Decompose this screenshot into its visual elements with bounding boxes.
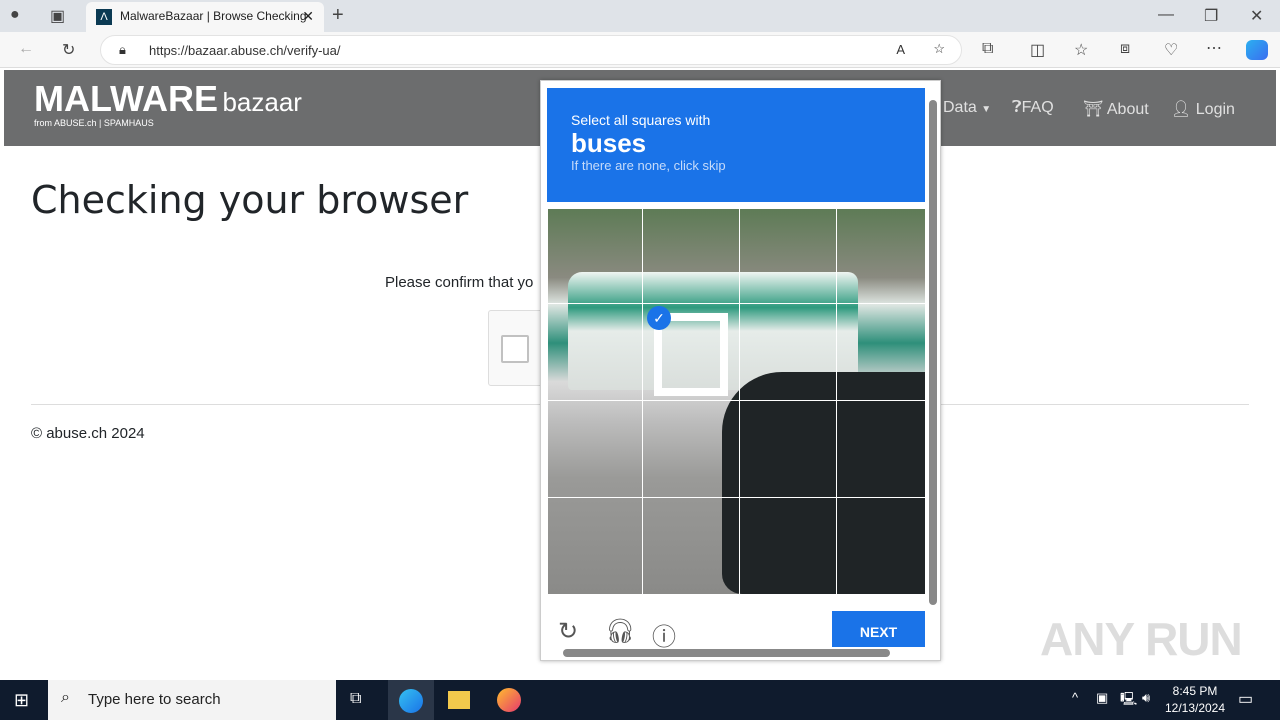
captcha-tile[interactable] [836, 303, 926, 401]
watermark: ANY RUN [1040, 613, 1243, 665]
captcha-tile[interactable] [547, 400, 643, 498]
page-title: Checking your browser [31, 178, 469, 222]
hint-text: If there are none, click skip [571, 158, 726, 173]
footer-copyright: © abuse.ch 2024 [31, 425, 145, 442]
task-view-icon[interactable]: ⧉ [350, 690, 361, 708]
question-circle-icon: ❓︎ [1012, 99, 1022, 116]
captcha-tile[interactable] [836, 497, 926, 595]
captcha-tile[interactable] [547, 497, 643, 595]
address-toolbar: ← ↻ 🔒︎ https://bazaar.abuse.ch/verify-ua… [0, 32, 1280, 68]
search-icon: ⌕ [61, 689, 70, 706]
lock-icon: 🔒︎ [119, 42, 126, 57]
favorites-icon[interactable]: ☆ [1074, 40, 1088, 60]
captcha-tile[interactable] [642, 208, 740, 304]
read-aloud-icon[interactable]: A [896, 42, 905, 57]
windows-start-icon[interactable]: ⊞ [14, 690, 29, 711]
more-icon[interactable]: ⋯ [1206, 38, 1222, 58]
caret-down-icon: ▼ [981, 104, 992, 115]
collections-icon[interactable]: ⧈ [1120, 40, 1130, 58]
tab-bar: ● ▣ Λ MalwareBazaar | Browse Checking ✕ … [0, 0, 1280, 32]
captcha-tile[interactable] [642, 400, 740, 498]
user-icon: 👤︎ [1171, 101, 1192, 118]
info-icon[interactable]: ⓘ [652, 617, 676, 652]
nav-login[interactable]: 👤︎ Login [1171, 99, 1235, 119]
checkmark-icon: ✓ [647, 306, 671, 330]
split-screen-icon[interactable]: ◫ [1030, 40, 1045, 60]
horizontal-scrollbar[interactable] [563, 649, 890, 657]
browser-essentials-icon[interactable]: ♡ [1164, 40, 1178, 60]
captcha-tile[interactable] [836, 400, 926, 498]
captcha-checkbox[interactable] [501, 335, 529, 363]
audio-headphones-icon[interactable]: 🎧︎ [605, 617, 635, 646]
captcha-widget [488, 310, 548, 386]
favorite-star-icon[interactable]: ☆ [933, 41, 945, 57]
restore-icon[interactable]: ❐ [1204, 6, 1218, 26]
clock-date: 12/13/2024 [1164, 701, 1226, 715]
nav-login-label: Login [1195, 101, 1235, 118]
captcha-tile[interactable] [836, 208, 926, 304]
browser-tab[interactable]: Λ MalwareBazaar | Browse Checking ✕ [86, 2, 324, 32]
back-icon[interactable]: ← [18, 40, 34, 58]
captcha-tile[interactable] [739, 400, 837, 498]
captcha-tile[interactable] [547, 303, 643, 401]
logo-from: from ABUSE.ch | SPAMHAUS [34, 118, 154, 128]
taskbar-search[interactable]: ⌕ Type here to search [48, 680, 336, 720]
extensions-icon[interactable]: ⧉ [982, 40, 993, 58]
vertical-scrollbar[interactable] [929, 100, 937, 605]
edge-taskbar-icon[interactable] [388, 680, 434, 720]
site-logo[interactable]: MALWARE bazaar from ABUSE.ch | SPAMHAUS [34, 78, 302, 128]
copilot-icon[interactable] [1246, 40, 1268, 60]
captcha-tile[interactable] [642, 497, 740, 595]
nav-data[interactable]: Data ▼ [943, 99, 991, 117]
file-explorer-icon[interactable] [448, 691, 470, 709]
tab-title: MalwareBazaar | Browse Checking [120, 9, 307, 23]
favicon-icon: Λ [96, 9, 112, 25]
building-icon: ⛩︎ [1083, 101, 1104, 118]
nav-about-label: About [1106, 101, 1149, 118]
captcha-tile[interactable] [547, 208, 643, 304]
profile-icon[interactable]: ● [10, 6, 20, 24]
nav-faq-label: FAQ [1021, 99, 1054, 116]
close-tab-icon[interactable]: ✕ [302, 8, 314, 25]
firefox-icon[interactable] [497, 688, 521, 712]
target-text: buses [571, 128, 647, 158]
nav-data-label: Data [943, 99, 977, 116]
logo-main: MALWARE [34, 78, 218, 119]
reload-icon[interactable]: ↻ [558, 617, 578, 646]
instruction-text: Select all squares with [571, 112, 711, 128]
notifications-icon[interactable]: ▭ [1238, 689, 1253, 709]
url-input[interactable]: 🔒︎ https://bazaar.abuse.ch/verify-ua/ A … [100, 35, 962, 65]
logo-sub: bazaar [222, 87, 302, 117]
next-button[interactable]: NEXT [832, 611, 925, 647]
tab-actions-icon[interactable]: ▣ [50, 6, 65, 26]
nav-about[interactable]: ⛩︎ About [1083, 99, 1149, 119]
search-placeholder: Type here to search [88, 691, 221, 708]
url-text: https://bazaar.abuse.ch/verify-ua/ [149, 43, 341, 58]
nav-faq[interactable]: ❓︎FAQ [1012, 99, 1054, 117]
captcha-tile[interactable] [739, 497, 837, 595]
confirm-text: Please confirm that yo [385, 274, 534, 291]
meet-icon[interactable]: ▣ [1096, 690, 1108, 706]
captcha-tile[interactable] [739, 208, 837, 304]
refresh-icon[interactable]: ↻ [62, 40, 75, 60]
volume-icon[interactable]: 🔊︎ [1142, 690, 1150, 706]
close-window-icon[interactable]: ✕ [1250, 6, 1263, 26]
clock[interactable]: 8:45 PM 12/13/2024 [1160, 683, 1230, 717]
captcha-instructions: Select all squares with buses If there a… [547, 88, 925, 202]
new-tab-icon[interactable]: + [332, 4, 344, 27]
minimize-icon[interactable]: — [1158, 6, 1174, 24]
network-icon[interactable]: 🖳︎ [1120, 690, 1137, 712]
captcha-tile[interactable] [739, 303, 837, 401]
clock-time: 8:45 PM [1172, 684, 1218, 698]
tray-chevron-icon[interactable]: ^ [1072, 690, 1078, 705]
